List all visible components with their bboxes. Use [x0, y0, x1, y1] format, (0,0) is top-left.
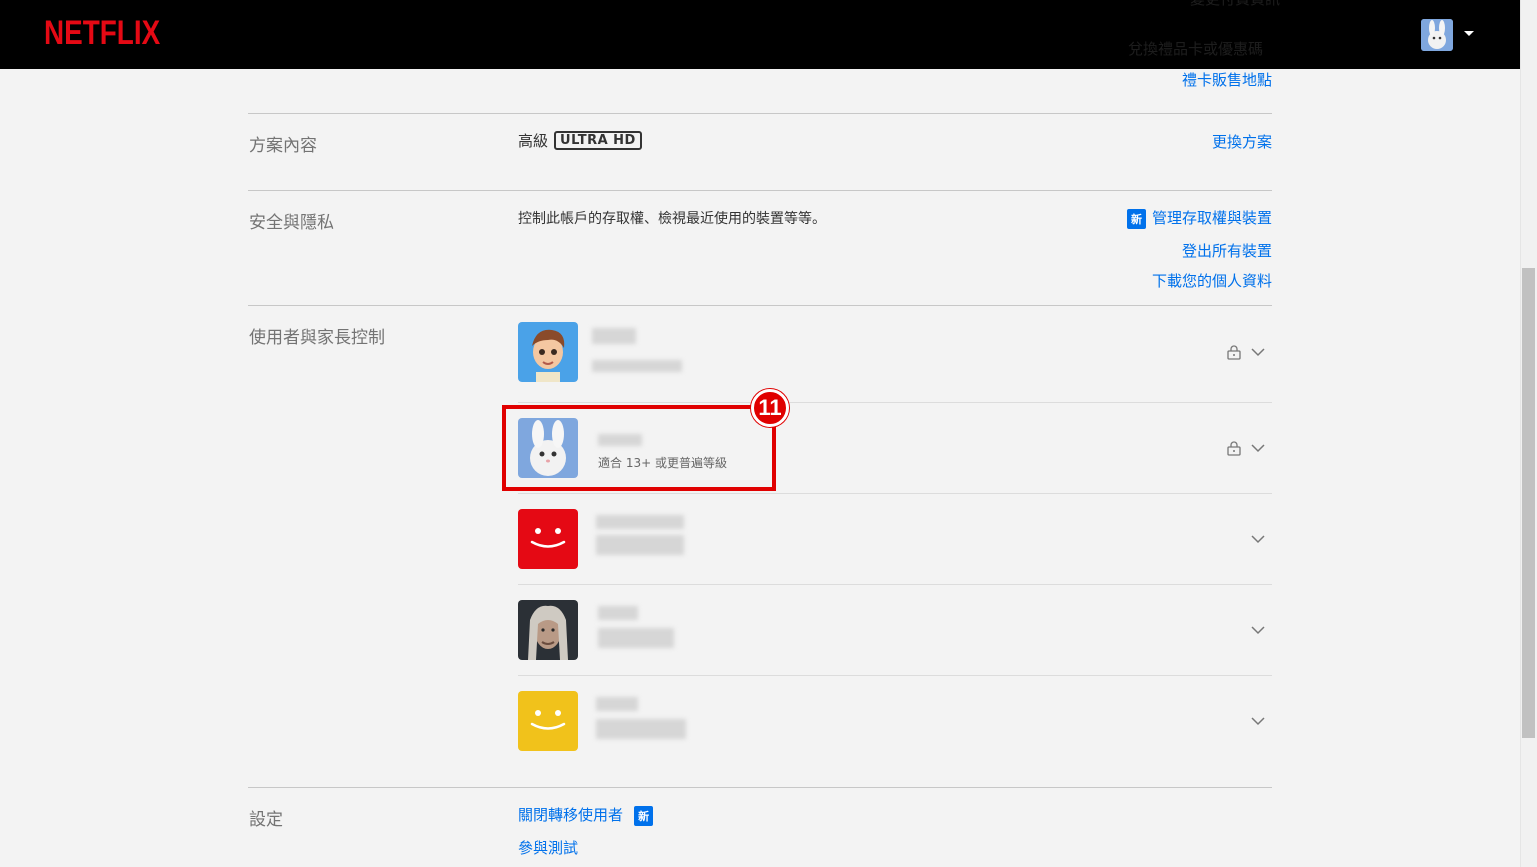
profile-subtitle-redacted — [592, 360, 682, 372]
profile-name-redacted — [598, 606, 638, 620]
download-personal-info-link[interactable]: 下載您的個人資料 — [1152, 270, 1272, 291]
chevron-down-icon[interactable] — [1250, 713, 1266, 729]
plan-details: 高級 ULTRA HD — [518, 130, 642, 151]
security-section-label: 安全與隱私 — [249, 213, 334, 233]
profile-divider — [518, 493, 1272, 494]
profile-subtitle-redacted — [596, 719, 686, 739]
section-divider — [248, 787, 1272, 788]
chevron-down-icon[interactable] — [1250, 344, 1266, 360]
change-plan-link[interactable]: 更換方案 — [1212, 131, 1272, 152]
security-description: 控制此帳戶的存取權、檢視最近使用的裝置等等。 — [518, 211, 826, 227]
new-badge: 新 — [634, 805, 654, 826]
profile-name-redacted — [592, 328, 636, 344]
chevron-down-icon[interactable] — [1250, 622, 1266, 638]
new-badge: 新 — [1126, 208, 1146, 229]
profile-name-redacted — [596, 697, 638, 711]
section-divider — [248, 305, 1272, 306]
top-navigation-bar: NETFLIX 變更付費資訊 兌換禮品卡或優惠碼 — [0, 0, 1520, 69]
ultra-hd-badge: ULTRA HD — [554, 131, 642, 150]
settings-links: 關閉轉移使用者 新 參與測試 — [518, 804, 654, 867]
profile-row[interactable] — [518, 322, 1272, 382]
netflix-logo[interactable]: NETFLIX — [44, 14, 160, 53]
profile-subtitle-redacted — [598, 628, 674, 648]
ghost-link-redeem: 兌換禮品卡或優惠碼 — [1128, 40, 1264, 58]
profiles-section-label: 使用者與家長控制 — [249, 328, 385, 348]
ghost-link-billing: 變更付費資訊 — [1190, 0, 1280, 9]
gift-card-stores-link[interactable]: 禮卡販售地點 — [1182, 69, 1272, 90]
account-avatar[interactable] — [1421, 19, 1453, 51]
chevron-down-icon[interactable] — [1250, 531, 1266, 547]
disable-profile-transfer-link[interactable]: 關閉轉移使用者 — [518, 806, 623, 824]
plan-tier: 高級 — [518, 132, 549, 150]
chevron-down-icon[interactable] — [1250, 440, 1266, 456]
profile-avatar-red-smiley — [518, 509, 578, 569]
profile-divider — [518, 402, 1272, 403]
section-divider — [248, 190, 1272, 191]
profile-divider — [518, 584, 1272, 585]
profile-subtitle-redacted — [596, 535, 684, 555]
lock-icon — [1227, 345, 1241, 360]
profile-avatar-witcher-portrait — [518, 600, 578, 660]
profile-row[interactable] — [518, 691, 1272, 751]
profile-avatar-yellow-smiley — [518, 691, 578, 751]
profile-row[interactable] — [518, 509, 1272, 569]
profile-avatar-cartoon-boy — [518, 322, 578, 382]
profile-name-redacted — [596, 515, 684, 529]
test-participation-link[interactable]: 參與測試 — [518, 837, 653, 858]
manage-access-row: 新管理存取權與裝置 — [1126, 207, 1272, 229]
annotation-highlight-box — [502, 405, 776, 491]
profile-row[interactable] — [518, 600, 1272, 660]
sign-out-all-devices-link[interactable]: 登出所有裝置 — [1182, 240, 1272, 261]
settings-section-label: 設定 — [249, 810, 283, 830]
step-number-badge: 11 — [751, 389, 789, 427]
profile-divider — [518, 675, 1272, 676]
vertical-scrollbar-thumb[interactable] — [1522, 268, 1535, 738]
lock-icon — [1227, 441, 1241, 456]
manage-access-devices-link[interactable]: 管理存取權與裝置 — [1152, 209, 1272, 227]
account-menu-caret-icon[interactable] — [1464, 31, 1474, 36]
section-divider — [248, 113, 1272, 114]
plan-section-label: 方案內容 — [249, 136, 317, 156]
